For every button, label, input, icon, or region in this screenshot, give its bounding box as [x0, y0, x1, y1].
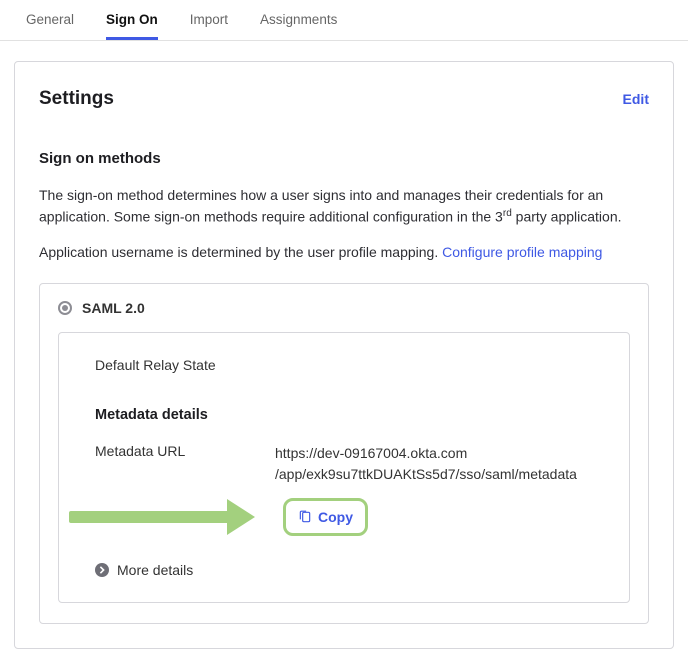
edit-button[interactable]: Edit	[623, 91, 649, 107]
metadata-url-label: Metadata URL	[95, 443, 255, 486]
copy-button[interactable]: Copy	[283, 498, 368, 536]
signon-description: The sign-on method determines how a user…	[39, 185, 649, 228]
saml-panel: SAML 2.0 Default Relay State Metadata de…	[39, 283, 649, 624]
metadata-url-row: Metadata URL https://dev-09167004.okta.c…	[95, 443, 599, 486]
settings-panel: Settings Edit Sign on methods The sign-o…	[14, 61, 674, 649]
chevron-right-icon	[95, 563, 109, 577]
saml-radio-label: SAML 2.0	[82, 300, 145, 316]
more-details-toggle[interactable]: More details	[95, 562, 599, 578]
saml-radio[interactable]	[58, 301, 72, 315]
more-details-label: More details	[117, 562, 193, 578]
tab-sign-on[interactable]: Sign On	[106, 12, 158, 40]
tab-import[interactable]: Import	[190, 12, 228, 40]
default-relay-state-label: Default Relay State	[95, 357, 599, 373]
metadata-details-heading: Metadata details	[95, 407, 599, 423]
saml-details-box: Default Relay State Metadata details Met…	[58, 332, 630, 603]
metadata-url-value: https://dev-09167004.okta.com /app/exk9s…	[275, 443, 577, 486]
clipboard-icon	[298, 510, 312, 524]
username-mapping-text: Application username is determined by th…	[39, 242, 649, 263]
tab-general[interactable]: General	[26, 12, 74, 40]
tab-bar: General Sign On Import Assignments	[0, 0, 688, 41]
settings-title: Settings	[39, 88, 114, 110]
signon-methods-heading: Sign on methods	[39, 150, 649, 167]
highlight-arrow: Copy	[69, 494, 599, 540]
configure-profile-mapping-link[interactable]: Configure profile mapping	[442, 244, 602, 260]
tab-assignments[interactable]: Assignments	[260, 12, 337, 40]
copy-button-label: Copy	[318, 509, 353, 525]
